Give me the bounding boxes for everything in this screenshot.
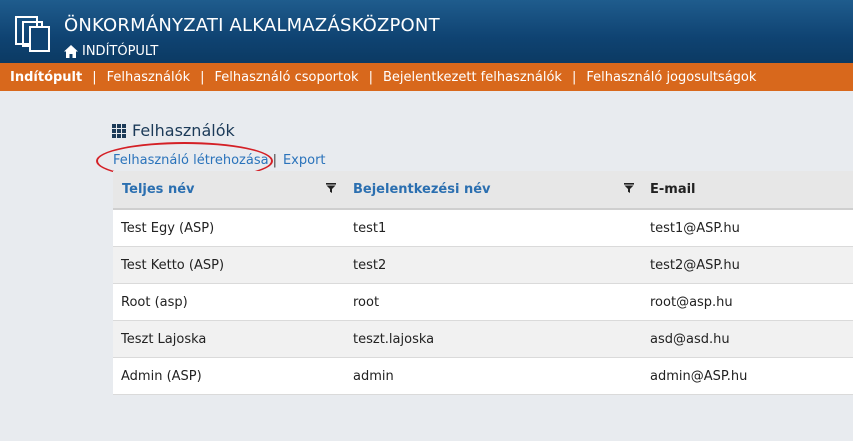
nav-item-bejelentkezett-felhasznalok[interactable]: Bejelentkezett felhasználók — [373, 70, 572, 85]
nav-item-inditopult[interactable]: Indítópult — [0, 70, 92, 85]
export-link[interactable]: Export — [283, 153, 326, 168]
table-row[interactable]: Test Egy (ASP) test1 test1@ASP.hu — [113, 210, 853, 247]
app-header: ÖNKORMÁNYZATI ALKALMAZÁSKÖZPONT INDÍTÓPU… — [0, 0, 853, 63]
filter-icon[interactable] — [624, 183, 634, 193]
table-header: Teljes név Bejelentkezési név E-mail — [113, 171, 853, 210]
table-row[interactable]: Admin (ASP) admin admin@ASP.hu — [113, 358, 853, 395]
column-header-email[interactable]: E-mail — [650, 182, 696, 197]
cell-email: test2@ASP.hu — [650, 258, 740, 273]
action-links: Felhasználó létrehozása | Export — [113, 153, 326, 168]
cell-full-name: Teszt Lajoska — [121, 332, 207, 347]
breadcrumb[interactable]: INDÍTÓPULT — [64, 43, 158, 59]
grid-icon — [112, 123, 126, 138]
cell-login-name: root — [353, 295, 380, 310]
cell-email: root@asp.hu — [650, 295, 733, 310]
create-user-link[interactable]: Felhasználó létrehozása — [113, 153, 269, 168]
cell-login-name: admin — [353, 369, 394, 384]
cell-full-name: Admin (ASP) — [121, 369, 202, 384]
cell-login-name: teszt.lajoska — [353, 332, 435, 347]
cell-email: test1@ASP.hu — [650, 221, 740, 236]
cell-full-name: Test Ketto (ASP) — [121, 258, 225, 273]
cell-full-name: Test Egy (ASP) — [121, 221, 215, 236]
table-row[interactable]: Teszt Lajoska teszt.lajoska asd@asd.hu — [113, 321, 853, 358]
app-logo-icon — [15, 16, 50, 52]
cell-email: asd@asd.hu — [650, 332, 730, 347]
home-icon — [64, 44, 78, 58]
nav-item-felhasznalo-csoportok[interactable]: Felhasználó csoportok — [205, 70, 369, 85]
table-row[interactable]: Test Ketto (ASP) test2 test2@ASP.hu — [113, 247, 853, 284]
users-table: Teljes név Bejelentkezési név E-mail Tes… — [113, 171, 853, 395]
app-title: ÖNKORMÁNYZATI ALKALMAZÁSKÖZPONT — [64, 15, 440, 36]
cell-full-name: Root (asp) — [121, 295, 188, 310]
nav-item-felhasznalok[interactable]: Felhasználók — [97, 70, 200, 85]
breadcrumb-label: INDÍTÓPULT — [82, 43, 159, 59]
column-header-teljes-nev[interactable]: Teljes név — [122, 182, 195, 197]
action-separator: | — [272, 153, 277, 168]
page-title-label: Felhasználók — [132, 121, 235, 140]
table-row[interactable]: Root (asp) root root@asp.hu — [113, 284, 853, 321]
filter-icon[interactable] — [326, 183, 336, 193]
main-nav: Indítópult | Felhasználók | Felhasználó … — [0, 63, 853, 91]
nav-item-felhasznalo-jogosultsagok[interactable]: Felhasználó jogosultságok — [576, 70, 766, 85]
cell-login-name: test2 — [353, 258, 387, 273]
cell-email: admin@ASP.hu — [650, 369, 748, 384]
cell-login-name: test1 — [353, 221, 387, 236]
page-title: Felhasználók — [112, 121, 235, 140]
column-header-bejelentkezesi-nev[interactable]: Bejelentkezési név — [353, 182, 491, 197]
